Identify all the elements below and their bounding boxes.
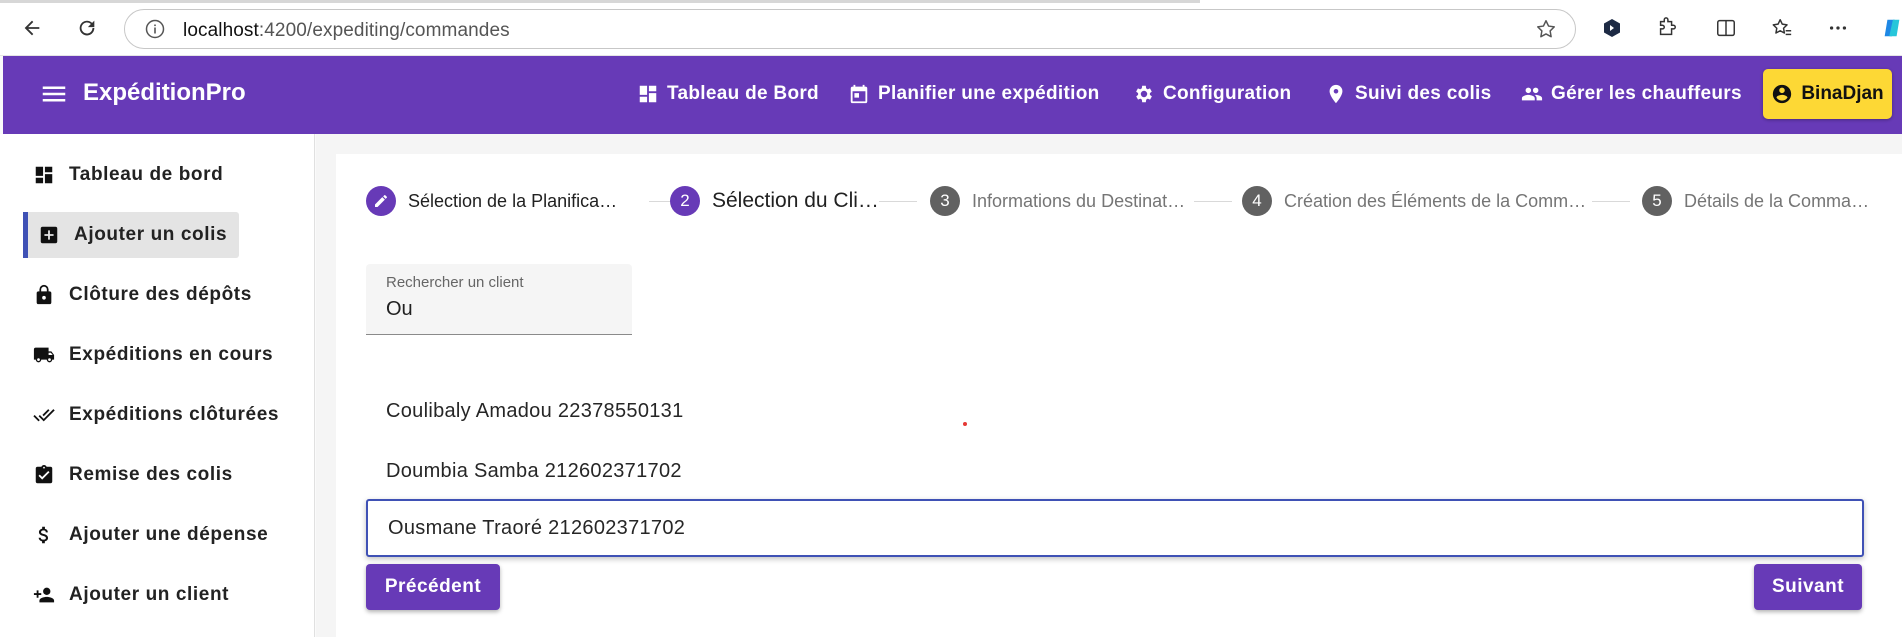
sidebar-item-tableau-de-bord[interactable]: Tableau de bord bbox=[23, 152, 223, 198]
app-toolbar: ExpéditionPro Tableau de Bord Planifier … bbox=[3, 56, 1902, 134]
copilot-icon[interactable] bbox=[1880, 16, 1902, 40]
tab-strip bbox=[0, 0, 1200, 3]
sidebar-item-label: Expéditions clôturées bbox=[69, 404, 280, 425]
client-search-field[interactable]: Rechercher un client bbox=[366, 264, 632, 335]
dollar-icon bbox=[38, 526, 49, 544]
step-label: Création des Éléments de la Comm… bbox=[1284, 190, 1587, 211]
lock-icon bbox=[36, 284, 52, 305]
nav-tableau-de-bord[interactable]: Tableau de Bord bbox=[637, 78, 819, 110]
extensions-puzzle-icon[interactable] bbox=[1655, 16, 1679, 40]
step-connector bbox=[879, 201, 917, 202]
sidebar-item-label: Ajouter une dépense bbox=[69, 524, 269, 545]
sidebar-item-label: Remise des colis bbox=[69, 464, 233, 485]
menu-icon[interactable] bbox=[39, 79, 69, 109]
address-bar[interactable]: localhost:4200/expediting/commandes bbox=[124, 9, 1576, 49]
nav-gerer-chauffeurs[interactable]: Gérer les chauffeurs bbox=[1521, 78, 1742, 110]
sidebar-item-label: Clôture des dépôts bbox=[69, 284, 252, 305]
step-label: Sélection du Cli… bbox=[712, 189, 879, 212]
sidebar-item-ajouter-client[interactable]: Ajouter un client bbox=[23, 572, 229, 618]
main-content: Sélection de la Planifica… 2 Sélection d… bbox=[316, 134, 1902, 637]
step-4[interactable]: 4 Création des Éléments de la Comm… bbox=[1242, 186, 1586, 216]
extension-shield-icon[interactable] bbox=[1600, 16, 1624, 40]
stepper: Sélection de la Planifica… 2 Sélection d… bbox=[336, 184, 1902, 224]
person-add-icon bbox=[33, 587, 55, 603]
back-icon[interactable] bbox=[16, 12, 48, 44]
sidebar-item-label: Expéditions en cours bbox=[69, 344, 274, 365]
split-screen-icon[interactable] bbox=[1714, 16, 1738, 40]
step-connector bbox=[1592, 201, 1630, 202]
user-name: BinaDjan bbox=[1801, 83, 1884, 104]
autocomplete-option[interactable]: Coulibaly Amadou 22378550131 bbox=[366, 382, 1864, 440]
step-number: 5 bbox=[1642, 186, 1672, 216]
favorites-icon[interactable] bbox=[1770, 16, 1794, 40]
reload-icon[interactable] bbox=[71, 12, 103, 44]
more-options-icon[interactable] bbox=[1826, 16, 1850, 40]
step-number: 4 bbox=[1242, 186, 1272, 216]
sidebar: Tableau de bord Ajouter un colis Clôture… bbox=[0, 134, 315, 637]
client-search-input[interactable] bbox=[386, 298, 616, 321]
nav-suivi-colis[interactable]: Suivi des colis bbox=[1325, 78, 1492, 110]
dashboard-icon bbox=[35, 166, 53, 184]
clipboard-check-icon bbox=[35, 464, 53, 484]
nav-planifier-expedition[interactable]: Planifier une expédition bbox=[848, 78, 1100, 110]
next-button[interactable]: Suivant bbox=[1754, 564, 1862, 610]
add-box-icon bbox=[40, 226, 58, 244]
url-text: localhost:4200/expediting/commandes bbox=[183, 20, 510, 41]
site-info-icon[interactable] bbox=[145, 19, 165, 39]
double-check-icon bbox=[33, 409, 55, 422]
search-label: Rechercher un client bbox=[386, 274, 524, 291]
account-circle-icon bbox=[1773, 84, 1792, 104]
cursor-marker bbox=[963, 422, 967, 426]
edit-icon bbox=[366, 186, 396, 216]
truck-icon bbox=[33, 347, 55, 363]
sidebar-item-ajouter-colis[interactable]: Ajouter un colis bbox=[23, 212, 240, 258]
nav-label: Configuration bbox=[1163, 83, 1292, 104]
step-label: Sélection de la Planifica… bbox=[408, 190, 618, 211]
order-stepper-card: Sélection de la Planifica… 2 Sélection d… bbox=[336, 154, 1902, 637]
app-title[interactable]: ExpéditionPro bbox=[83, 79, 246, 107]
nav-label: Suivi des colis bbox=[1355, 83, 1492, 104]
people-icon bbox=[1521, 87, 1543, 101]
sidebar-item-label: Ajouter un colis bbox=[74, 224, 228, 245]
dashboard-icon bbox=[639, 85, 657, 103]
step-connector bbox=[1194, 201, 1232, 202]
browser-toolbar: localhost:4200/expediting/commandes bbox=[0, 0, 1902, 56]
sidebar-item-label: Ajouter un client bbox=[69, 584, 230, 605]
step-number: 3 bbox=[930, 186, 960, 216]
sidebar-item-expeditions-en-cours[interactable]: Expéditions en cours bbox=[23, 332, 273, 378]
star-icon[interactable] bbox=[1535, 18, 1557, 40]
step-2[interactable]: 2 Sélection du Cli… bbox=[670, 186, 879, 216]
autocomplete-option[interactable]: Doumbia Samba 212602371702 bbox=[366, 442, 1864, 500]
nav-label: Gérer les chauffeurs bbox=[1551, 83, 1742, 104]
calendar-icon bbox=[850, 84, 868, 104]
gear-icon bbox=[1136, 85, 1152, 103]
step-number: 2 bbox=[670, 186, 700, 216]
step-3[interactable]: 3 Informations du Destinat… bbox=[930, 186, 1185, 216]
sidebar-item-label: Tableau de bord bbox=[69, 164, 224, 185]
step-1[interactable]: Sélection de la Planifica… bbox=[366, 186, 617, 216]
autocomplete-option-selected[interactable]: Ousmane Traoré 212602371702 bbox=[366, 499, 1864, 557]
user-account-button[interactable]: BinaDjan bbox=[1763, 69, 1892, 119]
sidebar-item-remise-colis[interactable]: Remise des colis bbox=[23, 452, 233, 498]
nav-configuration[interactable]: Configuration bbox=[1133, 78, 1291, 110]
location-pin-icon bbox=[1329, 84, 1343, 104]
sidebar-item-expeditions-cloturees[interactable]: Expéditions clôturées bbox=[23, 392, 279, 438]
step-label: Informations du Destinat… bbox=[972, 190, 1186, 211]
sidebar-item-cloture-depots[interactable]: Clôture des dépôts bbox=[23, 272, 252, 318]
previous-button[interactable]: Précédent bbox=[366, 564, 500, 610]
step-5[interactable]: 5 Détails de la Comma… bbox=[1642, 186, 1869, 216]
nav-label: Planifier une expédition bbox=[878, 83, 1100, 104]
nav-label: Tableau de Bord bbox=[667, 83, 819, 104]
sidebar-item-ajouter-depense[interactable]: Ajouter une dépense bbox=[23, 512, 268, 558]
step-label: Détails de la Comma… bbox=[1684, 190, 1870, 211]
